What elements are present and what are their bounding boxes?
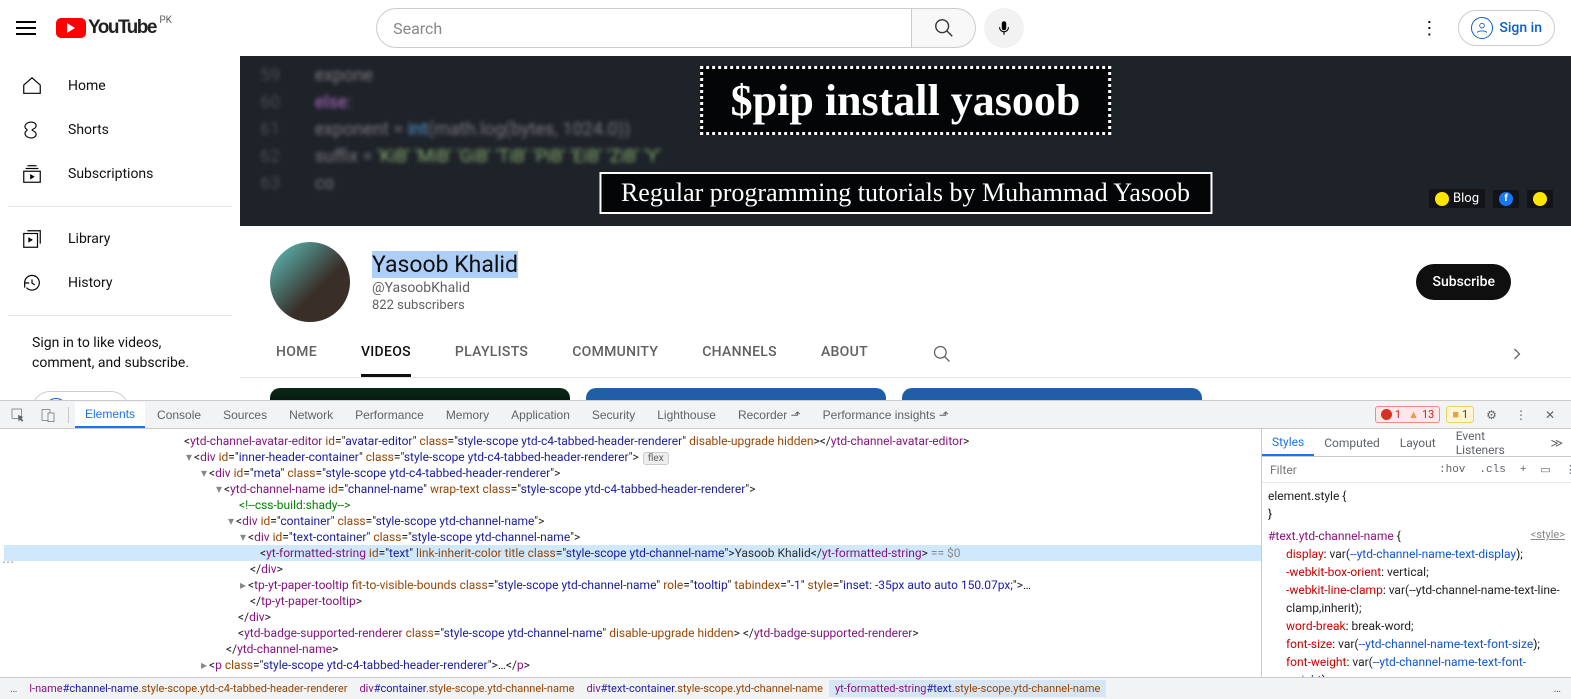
computed-toggle-icon[interactable]: ▭ bbox=[1535, 461, 1555, 479]
sidebar-item-shorts[interactable]: Shorts bbox=[8, 108, 232, 152]
styles-rules[interactable]: element.style { } #text.ytd-channel-name… bbox=[1262, 483, 1571, 677]
sidebar-item-home[interactable]: Home bbox=[8, 64, 232, 108]
channel-tabs: HOME VIDEOS PLAYLISTS COMMUNITY CHANNELS… bbox=[240, 330, 1571, 378]
tab-home[interactable]: HOME bbox=[276, 330, 317, 377]
settings-kebab-icon[interactable]: ⋮ bbox=[1412, 10, 1446, 47]
banner-link-other[interactable] bbox=[1527, 190, 1553, 208]
error-badge[interactable]: 1▲13 bbox=[1375, 406, 1440, 423]
sidebar-item-label: Home bbox=[68, 78, 106, 94]
styles-tab-eventlisteners[interactable]: Event Listeners bbox=[1446, 424, 1543, 462]
styles-panel: Styles Computed Layout Event Listeners ≫… bbox=[1261, 429, 1571, 677]
banner-link-blog[interactable]: Blog bbox=[1429, 189, 1485, 208]
devtools-tab-elements[interactable]: Elements bbox=[75, 402, 145, 428]
styles-filter-input[interactable] bbox=[1266, 461, 1430, 479]
search-button[interactable] bbox=[912, 8, 976, 48]
shorts-icon bbox=[20, 118, 44, 142]
styles-tab-computed[interactable]: Computed bbox=[1314, 431, 1390, 455]
channel-handle: @YasoobKhalid bbox=[372, 280, 518, 296]
sidebar: Home Shorts Subscriptions Library H bbox=[0, 56, 240, 400]
devtools-tabbar: Elements Console Sources Network Perform… bbox=[0, 401, 1571, 429]
channel-main: 59 expone 60 else: 61 exponent = int(mat… bbox=[240, 56, 1571, 400]
sidebar-signin-note: Sign in to like videos, comment, and sub… bbox=[8, 326, 232, 381]
country-code: PK bbox=[159, 15, 172, 26]
sidebar-signin-button[interactable]: Sign in bbox=[32, 391, 129, 400]
library-icon bbox=[20, 227, 44, 251]
devtools-tab-console[interactable]: Console bbox=[147, 403, 211, 427]
devtools-tab-application[interactable]: Application bbox=[501, 403, 580, 427]
subscribe-button[interactable]: Subscribe bbox=[1416, 264, 1511, 300]
banner-title: $pip install yasoob bbox=[700, 66, 1112, 135]
devtools: Elements Console Sources Network Perform… bbox=[0, 400, 1571, 699]
home-icon bbox=[20, 74, 44, 98]
devtools-tab-network[interactable]: Network bbox=[279, 403, 343, 427]
device-toggle-icon[interactable] bbox=[34, 403, 62, 427]
sidebar-item-subscriptions[interactable]: Subscriptions bbox=[8, 152, 232, 196]
ellipsis-icon[interactable]: ⋯ bbox=[2, 555, 14, 569]
styles-tab-styles[interactable]: Styles bbox=[1262, 430, 1314, 456]
sidebar-item-label: Subscriptions bbox=[68, 166, 153, 182]
mic-icon bbox=[995, 19, 1013, 37]
dom-tree[interactable]: ⋯ <ytd-channel-avatar-editor id="avatar-… bbox=[0, 429, 1261, 677]
devtools-tab-sources[interactable]: Sources bbox=[213, 403, 277, 427]
subscriber-count: 822 subscribers bbox=[372, 298, 518, 313]
sidebar-item-label: Shorts bbox=[68, 122, 109, 138]
search-input[interactable] bbox=[376, 8, 912, 48]
tab-about[interactable]: ABOUT bbox=[821, 330, 868, 377]
more-tabs-icon[interactable]: ≫ bbox=[1542, 432, 1571, 454]
history-icon bbox=[20, 271, 44, 295]
tab-community[interactable]: COMMUNITY bbox=[572, 330, 658, 377]
signin-button[interactable]: Sign in bbox=[1458, 10, 1555, 46]
styles-tab-layout[interactable]: Layout bbox=[1390, 431, 1446, 455]
hamburger-menu-icon[interactable] bbox=[16, 16, 40, 40]
tab-playlists[interactable]: PLAYLISTS bbox=[455, 330, 528, 377]
subscriptions-icon bbox=[20, 162, 44, 186]
devtools-tab-security[interactable]: Security bbox=[582, 403, 645, 427]
issues-badge[interactable]: ■1 bbox=[1446, 406, 1474, 423]
video-thumbnail[interactable] bbox=[270, 388, 570, 400]
tab-search-icon[interactable] bbox=[932, 344, 952, 364]
devtools-tab-perfinsights[interactable]: Performance insights ⬏ bbox=[813, 403, 959, 427]
cls-toggle[interactable]: .cls bbox=[1474, 462, 1510, 478]
channel-banner: 59 expone 60 else: 61 exponent = int(mat… bbox=[240, 56, 1571, 226]
signin-label: Sign in bbox=[1499, 20, 1542, 36]
play-icon bbox=[56, 18, 86, 38]
devtools-tab-recorder[interactable]: Recorder ⬏ bbox=[728, 403, 811, 427]
more-icon[interactable]: ⋮ bbox=[1560, 461, 1571, 479]
search-icon bbox=[933, 17, 955, 39]
mic-button[interactable] bbox=[984, 8, 1024, 48]
tab-channels[interactable]: CHANNELS bbox=[702, 330, 777, 377]
devtools-tab-memory[interactable]: Memory bbox=[436, 403, 499, 427]
sidebar-item-label: History bbox=[68, 275, 113, 291]
user-icon bbox=[1471, 17, 1493, 39]
channel-name: Yasoob Khalid bbox=[372, 251, 518, 278]
video-thumbnail[interactable] bbox=[902, 388, 1202, 400]
youtube-header: YouTube PK ⋮ Sign in bbox=[0, 0, 1571, 56]
logo-text: YouTube bbox=[88, 17, 156, 39]
kebab-icon[interactable]: ⋮ bbox=[1509, 404, 1533, 426]
devtools-tab-performance[interactable]: Performance bbox=[345, 403, 434, 427]
tab-videos[interactable]: VIDEOS bbox=[361, 330, 411, 377]
video-thumbnail[interactable] bbox=[586, 388, 886, 400]
tab-more-icon[interactable] bbox=[1499, 336, 1535, 372]
banner-subtitle: Regular programming tutorials by Muhamma… bbox=[599, 172, 1212, 214]
close-icon[interactable]: ✕ bbox=[1539, 404, 1561, 426]
sidebar-item-library[interactable]: Library bbox=[8, 217, 232, 261]
sidebar-item-history[interactable]: History bbox=[8, 261, 232, 305]
sidebar-item-label: Library bbox=[68, 231, 110, 247]
youtube-logo[interactable]: YouTube PK bbox=[56, 17, 156, 39]
channel-avatar[interactable] bbox=[270, 242, 350, 322]
add-rule-icon[interactable]: + bbox=[1515, 462, 1532, 478]
hov-toggle[interactable]: :hov bbox=[1434, 462, 1470, 478]
banner-link-facebook[interactable]: f bbox=[1493, 190, 1519, 208]
devtools-tab-lighthouse[interactable]: Lighthouse bbox=[647, 403, 726, 427]
inspect-icon[interactable] bbox=[4, 403, 32, 427]
gear-icon[interactable]: ⚙ bbox=[1480, 404, 1503, 426]
breadcrumb[interactable]: … l-name#channel-name.style-scope.ytd-c4… bbox=[0, 677, 1571, 699]
